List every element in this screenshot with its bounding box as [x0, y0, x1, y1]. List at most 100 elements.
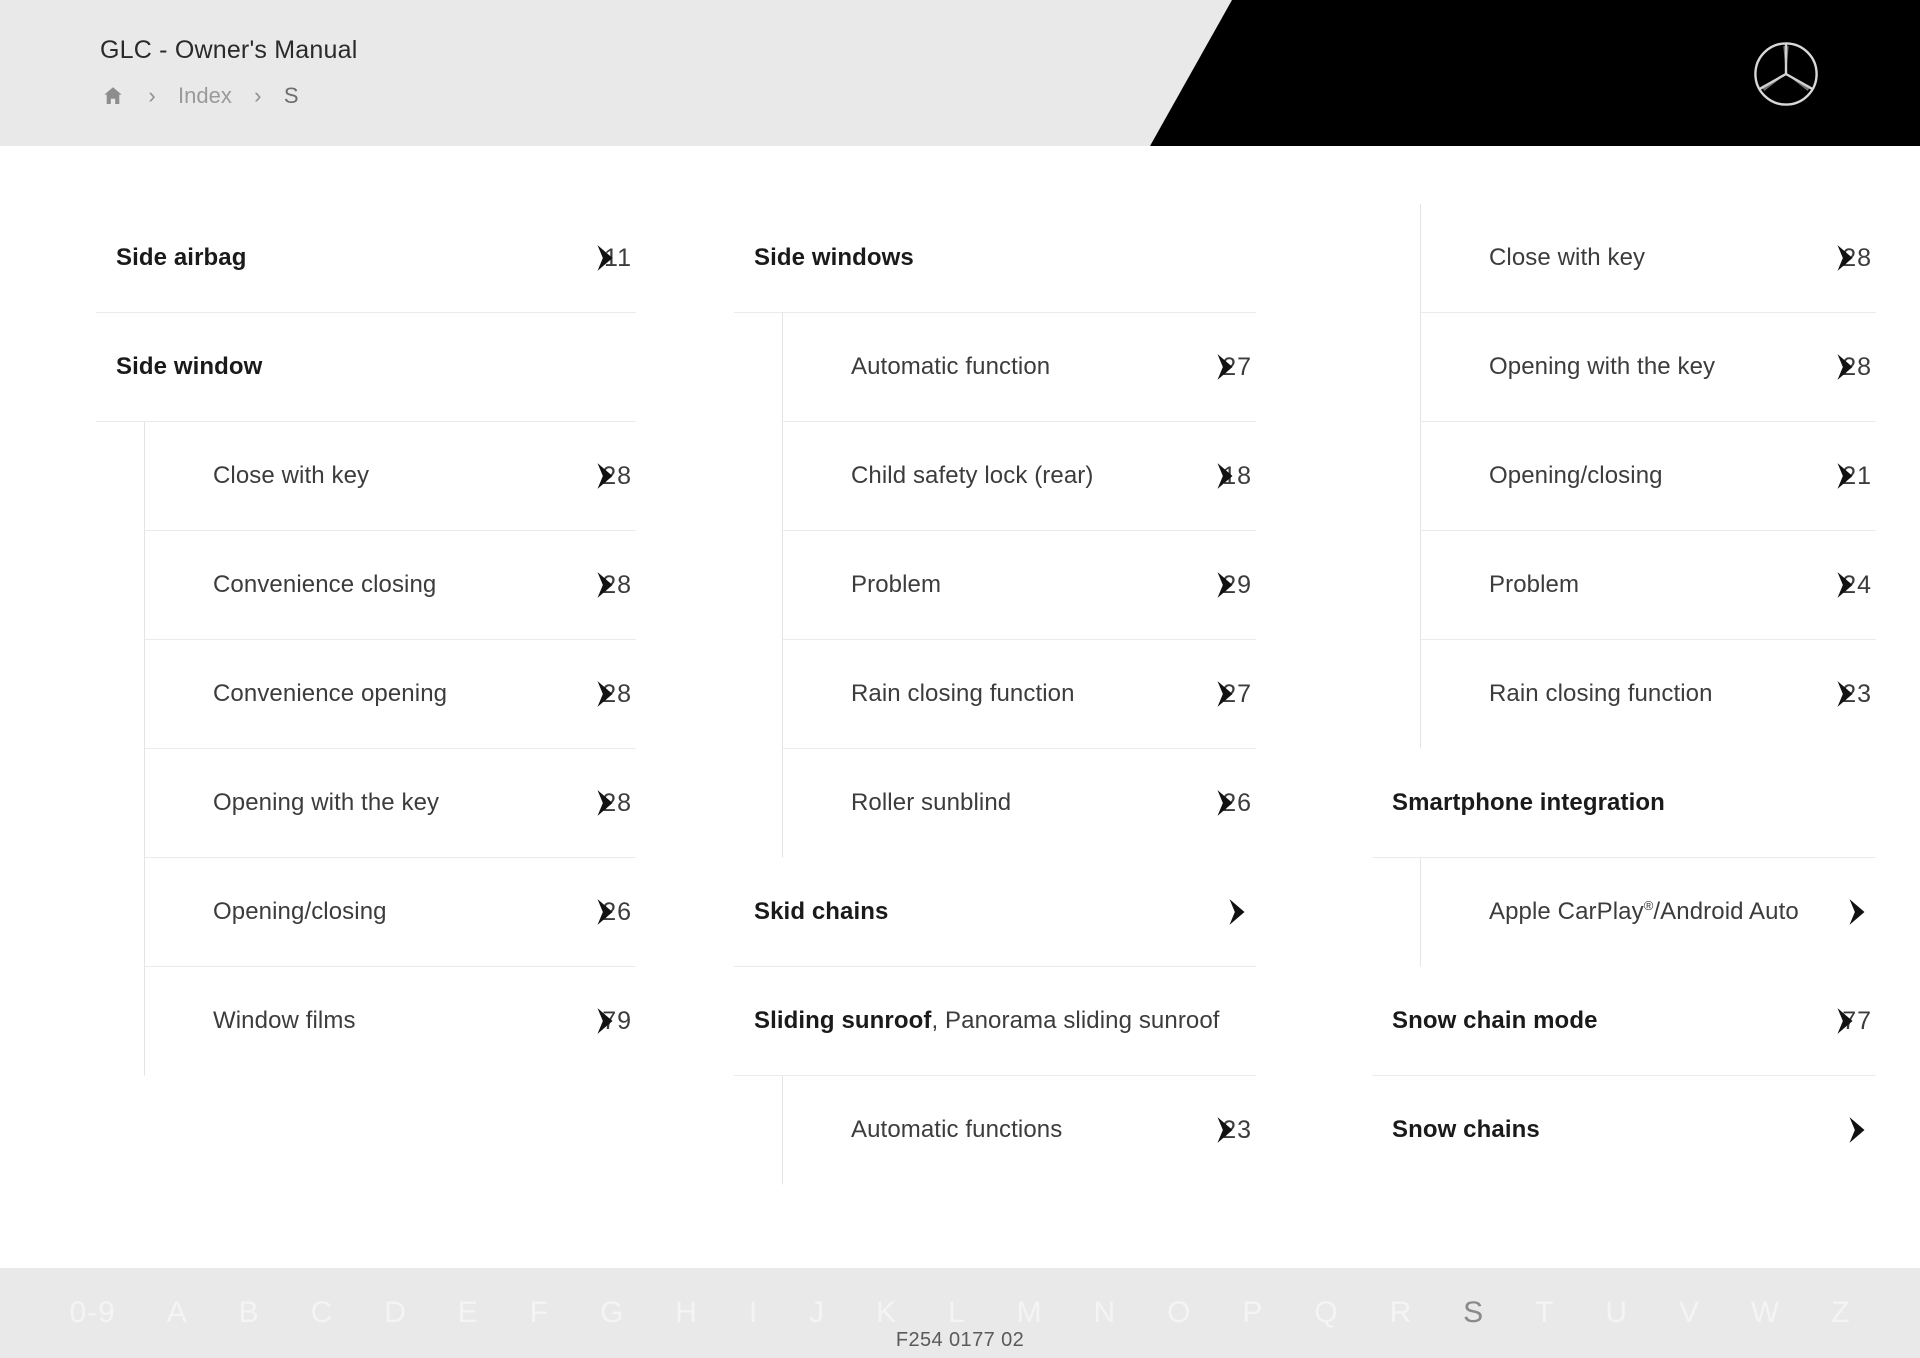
index-subentry-window-films[interactable]: Window films 79	[144, 967, 636, 1076]
page-digit-right: 7	[1237, 352, 1252, 381]
index-entry-sliding-sunroof[interactable]: Sliding sunroof, Panorama sliding sunroo…	[734, 967, 1256, 1076]
index-subentry-problem-2[interactable]: Problem 24	[1420, 531, 1876, 640]
page-reference[interactable]: 28	[1800, 347, 1872, 387]
page-reference[interactable]: 18	[1180, 456, 1252, 496]
index-subentry-rain-closing-function-2[interactable]: Rain closing function 23	[1420, 640, 1876, 749]
jump-to-page-icon[interactable]	[1212, 679, 1238, 709]
alpha-item-o[interactable]: O	[1142, 1296, 1217, 1330]
jump-to-page-icon[interactable]	[592, 243, 618, 273]
alpha-item-0-9[interactable]: 0-9	[44, 1296, 141, 1330]
index-entry-snow-chains[interactable]: Snow chains	[1372, 1076, 1876, 1185]
breadcrumb-item-s[interactable]: S	[284, 83, 299, 109]
page-reference[interactable]	[1212, 892, 1252, 932]
jump-to-page-icon[interactable]	[1224, 897, 1250, 927]
jump-to-page-icon[interactable]	[1212, 570, 1238, 600]
index-subentry-apple-carplay-android-auto[interactable]: Apple CarPlay®/Android Auto	[1420, 858, 1876, 967]
index-entry-smartphone-integration[interactable]: Smartphone integration	[1372, 749, 1876, 858]
alpha-item-s[interactable]: S	[1438, 1296, 1510, 1330]
page-reference[interactable]: 28	[560, 456, 632, 496]
jump-to-page-icon[interactable]	[1844, 1115, 1870, 1145]
jump-to-page-icon[interactable]	[1844, 897, 1870, 927]
index-entry-side-window[interactable]: Side window	[96, 313, 636, 422]
page-reference[interactable]: 26	[1180, 783, 1252, 823]
alpha-item-j[interactable]: J	[784, 1296, 851, 1330]
jump-to-page-icon[interactable]	[1832, 352, 1858, 382]
page-reference[interactable]: 28	[1800, 238, 1872, 278]
jump-to-page-icon[interactable]	[1212, 352, 1238, 382]
home-icon[interactable]	[100, 83, 126, 109]
alpha-item-z[interactable]: Z	[1806, 1296, 1876, 1330]
index-subentry-automatic-function[interactable]: Automatic function 27	[782, 313, 1256, 422]
breadcrumb-item-index[interactable]: Index	[178, 83, 232, 109]
page-reference[interactable]: 77	[1800, 1001, 1872, 1041]
page-reference[interactable]	[1832, 1110, 1872, 1150]
page-reference[interactable]: 21	[1800, 456, 1872, 496]
index-subentry-close-with-key-2[interactable]: Close with key 28	[1420, 204, 1876, 313]
index-subentry-child-safety-lock[interactable]: Child safety lock (rear) 18	[782, 422, 1256, 531]
alpha-item-u[interactable]: U	[1580, 1296, 1654, 1330]
jump-to-page-icon[interactable]	[592, 897, 618, 927]
alpha-item-r[interactable]: R	[1364, 1296, 1438, 1330]
index-subentry-rain-closing-function[interactable]: Rain closing function 27	[782, 640, 1256, 749]
index-subentry-opening-with-the-key[interactable]: Opening with the key 28	[144, 749, 636, 858]
alpha-item-h[interactable]: H	[650, 1296, 724, 1330]
index-subentry-roller-sunblind[interactable]: Roller sunblind 26	[782, 749, 1256, 858]
jump-to-page-icon[interactable]	[1832, 570, 1858, 600]
page-reference[interactable]: 23	[1180, 1110, 1252, 1150]
page-reference[interactable]: 79	[560, 1001, 632, 1041]
alpha-item-l[interactable]: L	[923, 1296, 992, 1330]
alpha-item-v[interactable]: V	[1653, 1296, 1725, 1330]
alpha-item-f[interactable]: F	[504, 1296, 574, 1330]
alpha-item-p[interactable]: P	[1217, 1296, 1289, 1330]
alpha-item-c[interactable]: C	[285, 1296, 359, 1330]
alpha-item-g[interactable]: G	[575, 1296, 650, 1330]
jump-to-page-icon[interactable]	[592, 788, 618, 818]
jump-to-page-icon[interactable]	[592, 461, 618, 491]
alpha-item-n[interactable]: N	[1068, 1296, 1142, 1330]
jump-to-page-icon[interactable]	[592, 570, 618, 600]
index-subentry-close-with-key[interactable]: Close with key 28	[144, 422, 636, 531]
index-subentry-convenience-closing[interactable]: Convenience closing 28	[144, 531, 636, 640]
alpha-item-e[interactable]: E	[432, 1296, 504, 1330]
index-subentry-automatic-functions[interactable]: Automatic functions 23	[782, 1076, 1256, 1185]
page-reference[interactable]: 28	[560, 783, 632, 823]
index-subentry-opening-with-the-key-2[interactable]: Opening with the key 28	[1420, 313, 1876, 422]
alpha-item-d[interactable]: D	[359, 1296, 433, 1330]
alpha-item-m[interactable]: M	[991, 1296, 1068, 1330]
page-reference[interactable]: 27	[1180, 674, 1252, 714]
page-reference[interactable]: 29	[1180, 565, 1252, 605]
alpha-item-w[interactable]: W	[1725, 1296, 1805, 1330]
jump-to-page-icon[interactable]	[592, 679, 618, 709]
jump-to-page-icon[interactable]	[1832, 679, 1858, 709]
jump-to-page-icon[interactable]	[1212, 788, 1238, 818]
jump-to-page-icon[interactable]	[1832, 461, 1858, 491]
jump-to-page-icon[interactable]	[1832, 1006, 1858, 1036]
index-entry-side-airbag[interactable]: Side airbag 11	[96, 204, 636, 313]
page-reference[interactable]: 11	[560, 238, 632, 278]
index-entry-label: Snow chains	[1392, 1116, 1540, 1143]
alpha-item-b[interactable]: B	[213, 1296, 285, 1330]
page-reference[interactable]: 26	[560, 892, 632, 932]
page-reference[interactable]: 24	[1800, 565, 1872, 605]
page-reference[interactable]	[1832, 892, 1872, 932]
alpha-item-t[interactable]: T	[1510, 1296, 1580, 1330]
alpha-item-k[interactable]: K	[851, 1296, 923, 1330]
page-reference[interactable]: 27	[1180, 347, 1252, 387]
jump-to-page-icon[interactable]	[1832, 243, 1858, 273]
index-entry-snow-chain-mode[interactable]: Snow chain mode 77	[1372, 967, 1876, 1076]
index-entry-skid-chains[interactable]: Skid chains	[734, 858, 1256, 967]
alpha-item-a[interactable]: A	[141, 1296, 213, 1330]
index-subentry-opening-closing-2[interactable]: Opening/closing 21	[1420, 422, 1876, 531]
index-subentry-convenience-opening[interactable]: Convenience opening 28	[144, 640, 636, 749]
jump-to-page-icon[interactable]	[592, 1006, 618, 1036]
index-subentry-problem[interactable]: Problem 29	[782, 531, 1256, 640]
index-subentry-opening-closing[interactable]: Opening/closing 26	[144, 858, 636, 967]
jump-to-page-icon[interactable]	[1212, 1115, 1238, 1145]
alpha-item-q[interactable]: Q	[1289, 1296, 1364, 1330]
alpha-item-i[interactable]: I	[723, 1296, 783, 1330]
jump-to-page-icon[interactable]	[1212, 461, 1238, 491]
index-entry-side-windows[interactable]: Side windows	[734, 204, 1256, 313]
page-reference[interactable]: 28	[560, 674, 632, 714]
page-reference[interactable]: 23	[1800, 674, 1872, 714]
page-reference[interactable]: 28	[560, 565, 632, 605]
